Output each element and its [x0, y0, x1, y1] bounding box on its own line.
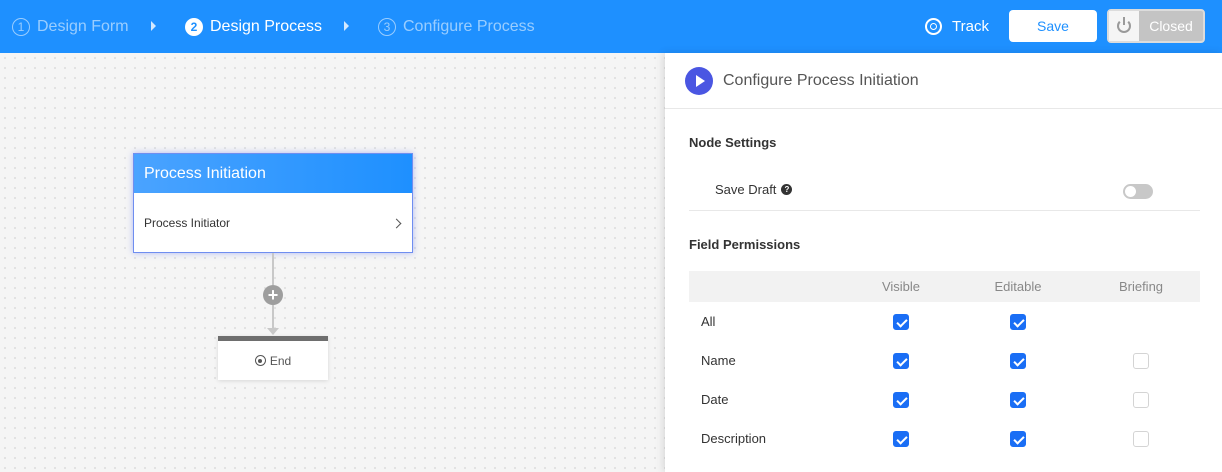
- briefing-checkbox[interactable]: [1133, 352, 1149, 369]
- step-number: 3: [378, 17, 396, 36]
- closed-label: Closed: [1149, 18, 1193, 34]
- closed-toggle-button[interactable]: Closed: [1107, 9, 1205, 43]
- step-design-form[interactable]: 1 Design Form: [12, 0, 129, 53]
- editable-checkbox[interactable]: [1010, 430, 1026, 447]
- connector-line: [272, 305, 274, 329]
- visible-checkbox[interactable]: [893, 391, 909, 408]
- configure-panel: Configure Process Initiation Node Settin…: [665, 53, 1222, 472]
- step-label: Design Process: [210, 17, 323, 35]
- table-row: Date: [689, 380, 1200, 419]
- field-permissions-table: Visible Editable Briefing All Name Date Des…: [689, 271, 1200, 458]
- step-design-process[interactable]: 2 Design Process: [185, 0, 322, 53]
- save-draft-row: Save Draft ?: [689, 173, 1200, 211]
- briefing-checkbox[interactable]: [1133, 391, 1149, 408]
- briefing-checkbox[interactable]: [1133, 430, 1149, 447]
- top-bar: 1 Design Form 2 Design Process 3 Configu…: [0, 0, 1222, 53]
- track-label: Track: [952, 18, 989, 35]
- table-row: Name: [689, 341, 1200, 380]
- help-icon[interactable]: ?: [781, 184, 793, 195]
- node-title: Process Initiation: [134, 154, 412, 193]
- row-label: Date: [701, 392, 729, 407]
- briefing-cell: [1089, 341, 1193, 380]
- process-canvas[interactable]: Process Initiation Process Initiator + E…: [0, 53, 665, 472]
- step-number: 1: [12, 17, 30, 36]
- node-row-process-initiator[interactable]: Process Initiator: [134, 193, 412, 253]
- step-configure-process[interactable]: 3 Configure Process: [378, 0, 535, 53]
- node-settings-title: Node Settings: [689, 135, 777, 150]
- table-row: Description: [689, 419, 1200, 458]
- column-header-visible: Visible: [881, 279, 921, 294]
- target-icon: [925, 18, 942, 35]
- step-arrow-icon: [151, 21, 156, 31]
- row-label: Description: [701, 431, 767, 446]
- step-label: Configure Process: [403, 17, 535, 35]
- editable-cell: [966, 380, 1070, 419]
- save-draft-toggle[interactable]: [1123, 184, 1153, 199]
- visible-cell: [849, 341, 953, 380]
- save-draft-label-wrap: Save Draft ?: [715, 182, 793, 197]
- table-body: All Name Date Description: [689, 302, 1200, 458]
- panel-title: Configure Process Initiation: [723, 71, 919, 89]
- editable-cell: [966, 302, 1070, 341]
- visible-cell: [849, 302, 953, 341]
- play-icon: [685, 66, 713, 95]
- chevron-right-icon: [391, 218, 402, 228]
- editable-checkbox[interactable]: [1010, 391, 1026, 408]
- field-permissions-title: Field Permissions: [689, 237, 801, 252]
- arrow-down-icon: [267, 328, 279, 335]
- end-node[interactable]: End: [218, 336, 328, 380]
- row-label: Name: [701, 353, 736, 368]
- visible-checkbox[interactable]: [893, 352, 909, 369]
- editable-cell: [966, 419, 1070, 458]
- visible-cell: [849, 419, 953, 458]
- save-draft-label: Save Draft: [715, 182, 777, 197]
- add-node-button[interactable]: +: [263, 285, 283, 305]
- briefing-cell: [1089, 419, 1193, 458]
- visible-cell: [849, 380, 953, 419]
- power-icon: [1117, 17, 1131, 33]
- table-row: All: [689, 302, 1200, 341]
- end-label: End: [269, 353, 292, 368]
- step-label: Design Form: [37, 17, 129, 35]
- end-circle-icon: [254, 355, 266, 366]
- process-initiation-node[interactable]: Process Initiation Process Initiator: [133, 153, 413, 253]
- table-header: Visible Editable Briefing: [689, 271, 1200, 302]
- column-header-briefing: Briefing: [1118, 279, 1164, 294]
- power-icon-box: [1109, 11, 1139, 41]
- editable-checkbox[interactable]: [1010, 352, 1026, 369]
- briefing-cell: [1089, 380, 1193, 419]
- panel-header: Configure Process Initiation: [665, 53, 1222, 109]
- toggle-knob: [1125, 186, 1136, 197]
- node-row-label: Process Initiator: [144, 216, 231, 230]
- editable-cell: [966, 341, 1070, 380]
- step-arrow-icon: [344, 21, 349, 31]
- visible-checkbox[interactable]: [893, 313, 909, 330]
- save-button[interactable]: Save: [1009, 10, 1097, 42]
- visible-checkbox[interactable]: [893, 430, 909, 447]
- track-button[interactable]: Track: [925, 0, 989, 53]
- step-number: 2: [185, 17, 203, 36]
- column-header-editable: Editable: [994, 279, 1042, 294]
- editable-checkbox[interactable]: [1010, 313, 1026, 330]
- row-label: All: [701, 314, 716, 329]
- connector-line: [272, 253, 274, 285]
